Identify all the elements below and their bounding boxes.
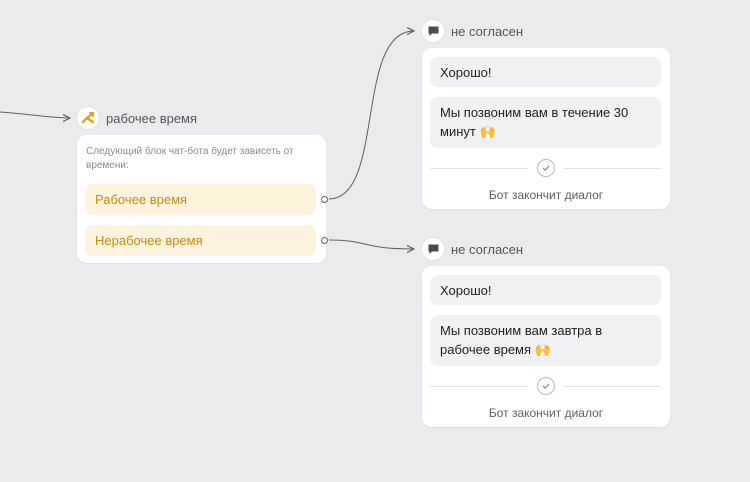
raised-hands-emoji: 🙌 [534, 343, 551, 358]
message-node-1-title: не согласен [451, 23, 524, 39]
router-description: Следующий блок чат-бота будет зависеть о… [86, 146, 294, 171]
router-node-header[interactable]: рабочее время [77, 107, 197, 129]
message-node-2-title: не согласен [451, 241, 524, 257]
message-node-2-header[interactable]: не согласен [422, 238, 523, 260]
output-port-working-hours[interactable] [321, 196, 328, 203]
router-node-title: рабочее время [106, 110, 198, 126]
message-text: Хорошо! [440, 65, 492, 80]
message-text: Мы позвоним вам в течение 30 минут [440, 105, 629, 139]
option-non-working-hours[interactable]: Нерабочее время [85, 225, 316, 256]
message-text: Хорошо! [440, 283, 492, 298]
output-port-non-working-hours[interactable] [321, 237, 328, 244]
message-bubble[interactable]: Хорошо! [430, 275, 661, 305]
message-text: Мы позвоним вам завтра в рабочее время [440, 323, 603, 357]
end-dialog-label: Бот закончит диалог [488, 406, 604, 420]
option-working-hours[interactable]: Рабочее время [85, 184, 316, 215]
end-dialog-label: Бот закончит диалог [488, 188, 604, 202]
raised-hands-emoji: 🙌 [479, 125, 496, 140]
check-circle-icon [536, 159, 555, 177]
message-bubble[interactable]: Хорошо! [430, 57, 661, 87]
end-divider [430, 158, 661, 178]
branch-icon [77, 107, 99, 129]
incoming-connector [0, 111, 70, 118]
check-circle-icon [536, 377, 555, 395]
message-bubble[interactable]: Мы позвоним вам завтра в рабочее время 🙌 [430, 315, 661, 366]
chat-bubble-icon [422, 238, 444, 260]
message-node-2-card[interactable]: Хорошо! Мы позвоним вам завтра в рабочее… [422, 266, 670, 427]
connector-non-working-hours [328, 239, 414, 249]
message-node-1-header[interactable]: не согласен [422, 20, 523, 42]
connector-working-hours [328, 31, 414, 200]
end-divider [430, 376, 661, 396]
router-node-card[interactable]: Следующий блок чат-бота будет зависеть о… [77, 135, 328, 263]
message-bubble[interactable]: Мы позвоним вам в течение 30 минут 🙌 [430, 97, 661, 148]
flow-canvas[interactable]: рабочее время Следующий блок чат-бота бу… [0, 0, 750, 482]
message-node-1-card[interactable]: Хорошо! Мы позвоним вам в течение 30 мин… [422, 48, 670, 209]
chat-bubble-icon [422, 20, 444, 42]
